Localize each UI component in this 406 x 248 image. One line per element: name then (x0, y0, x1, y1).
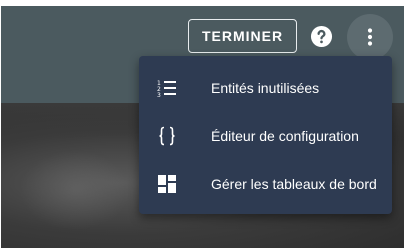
more-options-button[interactable] (347, 14, 393, 60)
menu-item-label: Entités inutilisées (211, 80, 320, 96)
left-edge (0, 0, 1, 248)
menu-item-label: Éditeur de configuration (211, 128, 359, 144)
finish-button-label: TERMINER (201, 28, 284, 44)
format-list-numbered-icon: 1 2 3 (155, 76, 179, 100)
svg-text:3: 3 (157, 92, 161, 97)
help-icon[interactable] (310, 25, 333, 48)
menu-item-config-editor[interactable]: Éditeur de configuration (139, 112, 392, 160)
code-braces-icon (155, 124, 179, 148)
menu-item-manage-dashboards[interactable]: Gérer les tableaux de bord (139, 160, 392, 208)
menu-item-label: Gérer les tableaux de bord (211, 176, 377, 192)
content-highlight (20, 150, 130, 230)
view-dashboard-icon (155, 172, 179, 196)
overflow-menu: 1 2 3 Entités inutilisées Éditeur de con… (139, 56, 392, 214)
dots-vertical-icon (367, 28, 373, 46)
menu-item-unused-entities[interactable]: 1 2 3 Entités inutilisées (139, 64, 392, 112)
finish-button[interactable]: TERMINER (188, 19, 297, 53)
